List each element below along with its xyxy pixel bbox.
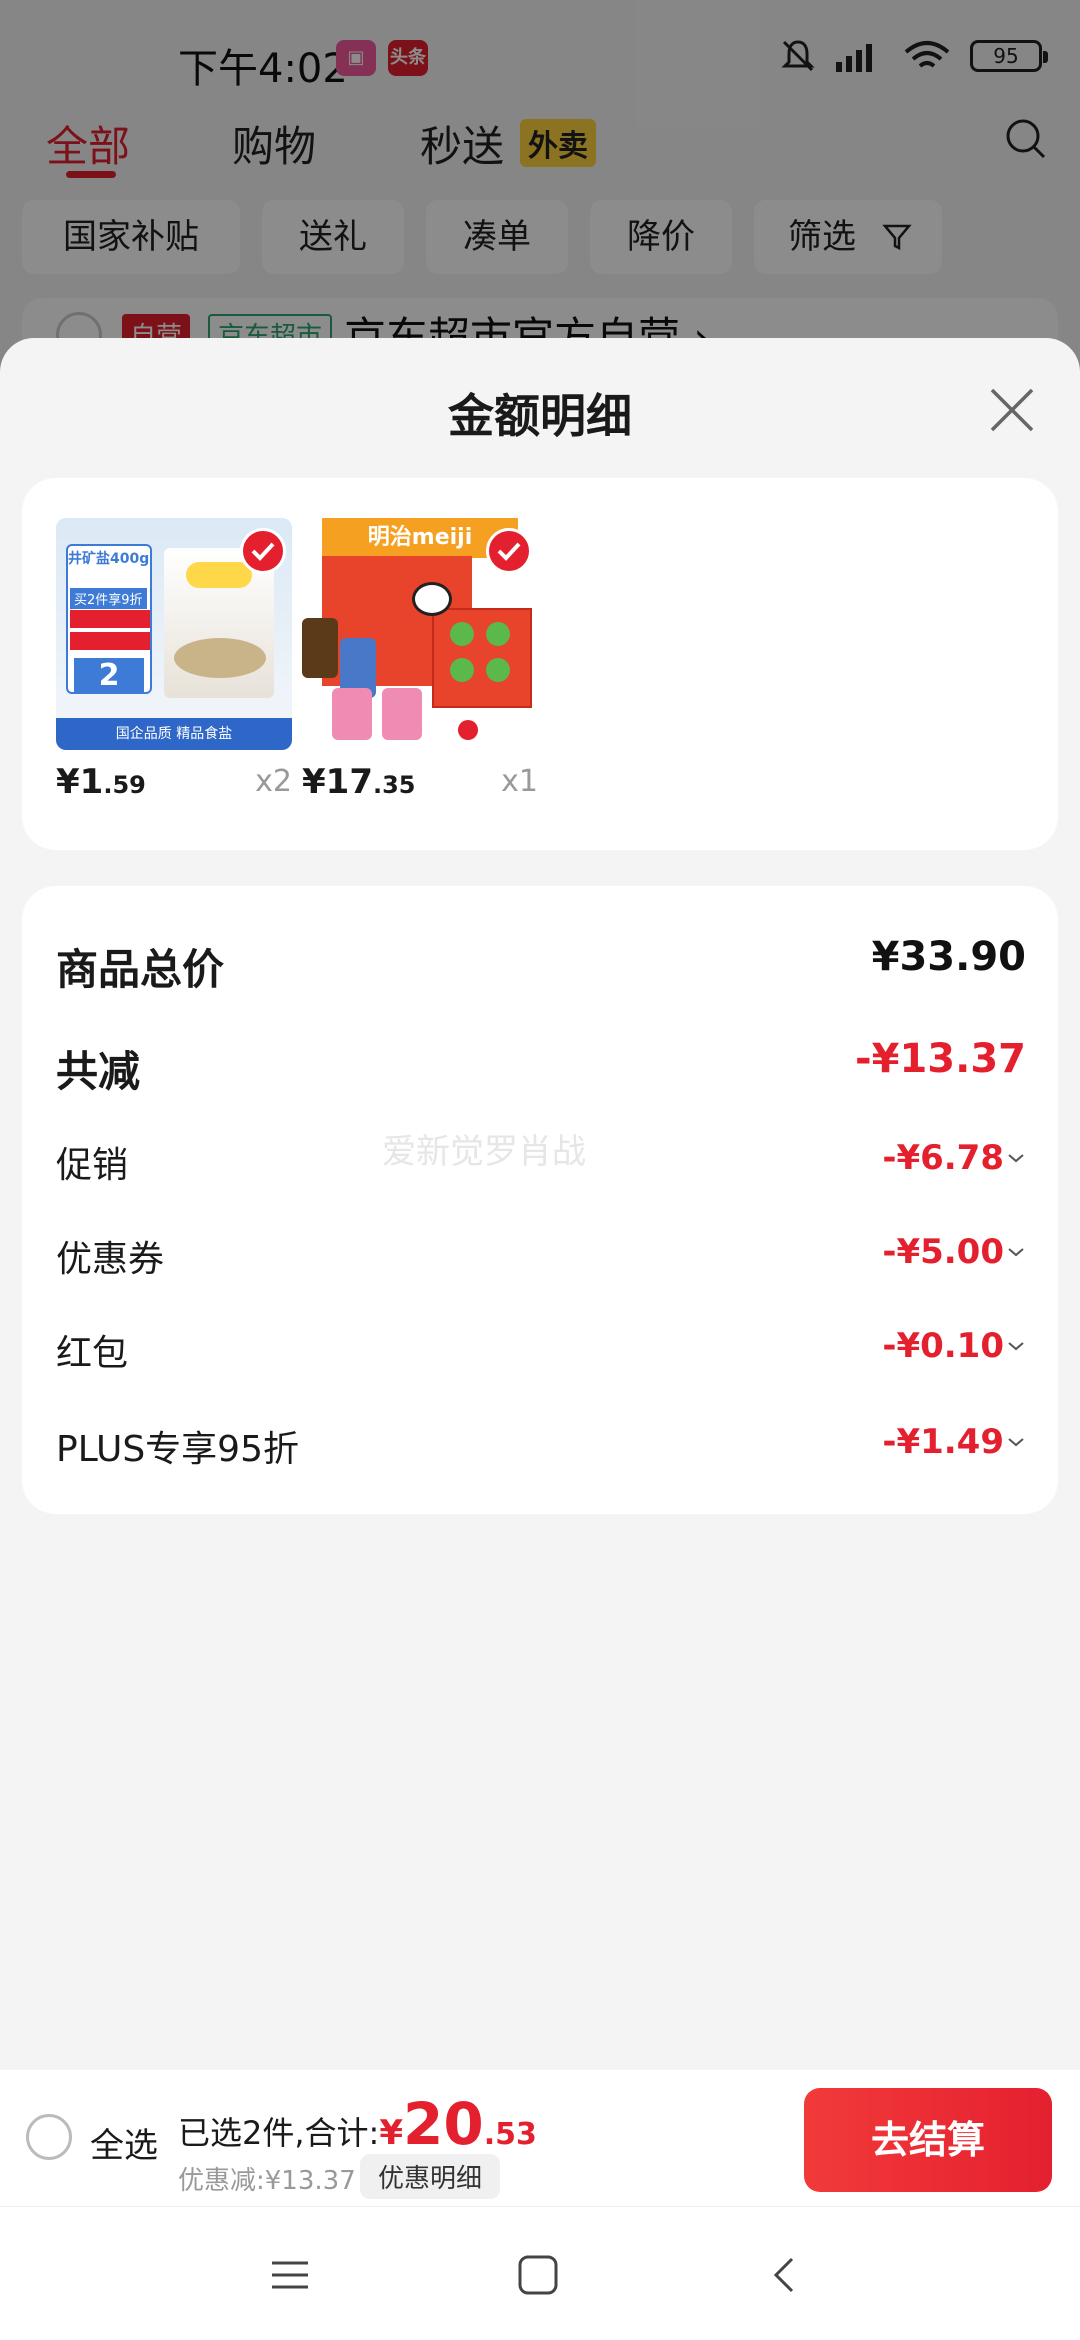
total-price-label: 商品总价 [56, 945, 225, 994]
checkout-bar: 全选 已选2件,合计:¥20.53 优惠减:¥13.37 优惠明细 去结算 [0, 2070, 1080, 2206]
back-icon[interactable] [762, 2251, 810, 2299]
promotion-value: -¥6.78 [882, 1138, 1004, 1178]
product-image-salt: 井矿盐400g 买2件享9折 2 国企品质 精品食盐 [56, 518, 292, 750]
total-price-row: 商品总价 ¥33.90 [56, 926, 1026, 996]
total-amount-dec: .53 [483, 2117, 537, 2152]
promotion-row[interactable]: 促销 -¥6.78 [56, 1126, 1026, 1196]
select-all-label[interactable]: 全选 [90, 2118, 158, 2167]
coupon-row[interactable]: 优惠券 -¥5.00 [56, 1220, 1026, 1290]
product-quantity: x2 [255, 764, 292, 799]
total-reduction-row: 共减 -¥13.37 [56, 1028, 1026, 1098]
red-packet-label: 红包 [56, 1333, 129, 1374]
sheet-title: 金额明细 [448, 389, 632, 443]
coupon-label: 优惠券 [56, 1239, 165, 1280]
chevron-down-icon[interactable] [1006, 1432, 1026, 1452]
price-summary-card: 爱新觉罗肖战 商品总价 ¥33.90 共减 -¥13.37 促销 -¥6.78 … [22, 886, 1058, 1514]
products-card: 井矿盐400g 买2件享9折 2 国企品质 精品食盐 ¥1.59 x2 明治me… [22, 478, 1058, 850]
selected-count: 已选2件,合计: [178, 2114, 380, 2152]
coupon-value: -¥5.00 [882, 1232, 1004, 1272]
discount-summary: 优惠减:¥13.37 [178, 2166, 356, 2196]
discount-detail-button[interactable]: 优惠明细 [360, 2154, 501, 2199]
product-image-meiji: 明治meiji [302, 518, 538, 750]
total-price-value: ¥33.90 [871, 934, 1026, 980]
red-packet-value: -¥0.10 [882, 1326, 1004, 1366]
red-packet-row[interactable]: 红包 -¥0.10 [56, 1314, 1026, 1384]
total-line: 已选2件,合计:¥20.53 [178, 2090, 537, 2158]
chevron-down-icon[interactable] [1006, 1242, 1026, 1262]
total-amount-int: 20 [403, 2090, 484, 2158]
plus-discount-value: -¥1.49 [882, 1422, 1004, 1462]
select-all-radio[interactable] [26, 2114, 72, 2160]
total-reduction-value: -¥13.37 [855, 1036, 1026, 1082]
product-price: ¥17.35 [302, 762, 416, 802]
amount-detail-sheet: 金额明细 井矿盐400g 买2件享9折 2 国企品质 精品食盐 ¥1.59 x2… [0, 338, 1080, 2070]
chevron-down-icon[interactable] [1006, 1148, 1026, 1168]
plus-discount-row[interactable]: PLUS专享95折 -¥1.49 [56, 1410, 1026, 1480]
promotion-label: 促销 [56, 1145, 129, 1186]
home-icon[interactable] [514, 2251, 562, 2299]
product-quantity: x1 [501, 764, 538, 799]
checkout-button[interactable]: 去结算 [804, 2088, 1052, 2192]
chevron-down-icon[interactable] [1006, 1336, 1026, 1356]
check-icon[interactable] [240, 528, 286, 574]
product-item[interactable]: 明治meiji ¥17.35 x1 [302, 518, 538, 828]
plus-discount-label: PLUS专享95折 [56, 1429, 299, 1470]
total-currency: ¥ [379, 2113, 403, 2153]
close-icon[interactable] [984, 382, 1040, 438]
product-item[interactable]: 井矿盐400g 买2件享9折 2 国企品质 精品食盐 ¥1.59 x2 [56, 518, 292, 828]
product-price: ¥1.59 [56, 762, 146, 802]
total-reduction-label: 共减 [56, 1047, 141, 1096]
menu-icon[interactable] [266, 2251, 314, 2299]
check-icon[interactable] [486, 528, 532, 574]
navigation-bar [0, 2206, 1080, 2340]
